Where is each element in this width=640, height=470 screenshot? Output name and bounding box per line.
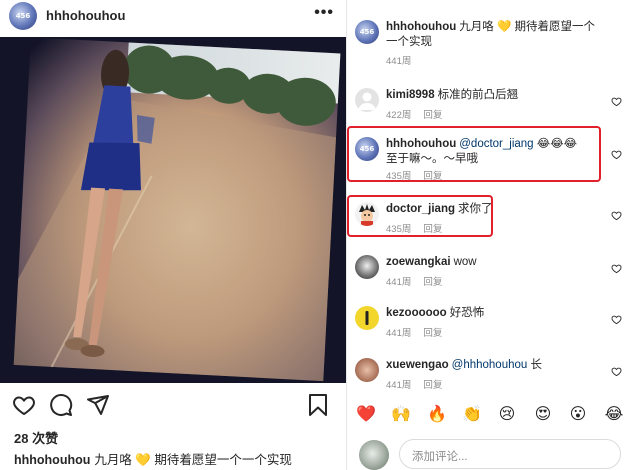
comment-like-heart-icon[interactable]: [611, 314, 622, 325]
avatar[interactable]: [355, 202, 379, 226]
comment-mention[interactable]: @hhhohouhou: [452, 359, 528, 371]
comment-body: hhhohouhou @doctor_jiang 😂😂😂 至于嘛～。～早哦: [386, 137, 591, 167]
comment-like-heart-icon[interactable]: [611, 263, 622, 274]
emoji-heart-eyes-icon[interactable]: 😍: [533, 404, 553, 424]
share-send-icon[interactable]: [86, 393, 110, 417]
post-header: 456 hhhohouhou •••: [0, 0, 346, 32]
avatar[interactable]: [355, 358, 379, 382]
comment-meta: 435周 回复: [386, 221, 454, 235]
post-photo: [0, 37, 346, 383]
comment-username[interactable]: doctor_jiang: [386, 203, 455, 215]
comment-like-heart-icon[interactable]: [611, 96, 622, 107]
emoji-cry-icon[interactable]: 😢: [497, 404, 517, 424]
comment-meta: 435周 回复: [386, 168, 454, 182]
reply-link[interactable]: 回复: [423, 171, 442, 182]
avatar[interactable]: 456: [9, 2, 37, 30]
avatar[interactable]: [359, 440, 389, 470]
comment-body: kezoooooo 好恐怖: [386, 306, 606, 321]
emoji-clap-icon[interactable]: 👏: [462, 404, 482, 424]
comment-username[interactable]: zoewangkai: [386, 256, 451, 268]
comment-time: 441周: [386, 328, 412, 339]
emoji-surprised-icon[interactable]: 😮: [568, 404, 588, 424]
comment-body: hhhohouhou 九月咯 💛 期待着愿望一个一个实现: [386, 20, 606, 50]
post-username[interactable]: hhhohouhou: [46, 8, 125, 23]
emoji-laugh-icon[interactable]: 😂: [604, 404, 624, 424]
avatar[interactable]: 456: [355, 20, 379, 44]
avatar-tag: 456: [15, 11, 31, 20]
comment-text: 好恐怖: [449, 307, 485, 319]
caption-username[interactable]: hhhohouhou: [14, 453, 90, 467]
comment-bubble-icon[interactable]: [49, 393, 73, 417]
comment-username[interactable]: hhhohouhou: [386, 21, 456, 33]
avatar[interactable]: [355, 255, 379, 279]
comment-item: kimi8998 标准的前凸后翘 422周 回复: [347, 88, 640, 122]
comment-time: 422周: [386, 110, 412, 121]
emoji-fire-icon[interactable]: 🔥: [427, 404, 447, 424]
avatar[interactable]: [355, 88, 379, 112]
comment-meta: 441周 回复: [386, 377, 454, 391]
comment-body: kimi8998 标准的前凸后翘: [386, 88, 606, 103]
comment-username[interactable]: hhhohouhou: [386, 138, 456, 150]
comment-time: 435周: [386, 224, 412, 235]
post-pane: 456 hhhohouhou ••• 28 次赞 hhhohouhou 九月咯 …: [0, 0, 346, 470]
comment-item: xuewengao @hhhohouhou 长 441周 回复: [347, 358, 640, 392]
more-options-icon[interactable]: •••: [314, 4, 334, 22]
comment-username[interactable]: kezoooooo: [386, 307, 447, 319]
comment-item: doctor_jiang 求你了 435周 回复: [347, 202, 640, 236]
reply-link[interactable]: 回复: [423, 328, 442, 339]
comment-time: 441周: [386, 56, 412, 67]
default-avatar-icon: [358, 92, 376, 110]
comment-time: 441周: [386, 277, 412, 288]
comment-text: 长: [530, 359, 542, 371]
comment-text: 标准的前凸后翘: [437, 89, 519, 101]
bookmark-icon[interactable]: [306, 393, 330, 417]
comment-body: zoewangkai wow: [386, 255, 606, 270]
emoji-bar: ❤️ 🙌 🔥 👏 😢 😍 😮 😂: [347, 404, 640, 428]
comment-item: zoewangkai wow 441周 回复: [347, 255, 640, 289]
post-photo-image: [0, 37, 346, 383]
comment-mention[interactable]: @doctor_jiang: [459, 138, 533, 150]
comment-username[interactable]: kimi8998: [386, 89, 435, 101]
comment-item: 456 hhhohouhou 九月咯 💛 期待着愿望一个一个实现 441周: [347, 20, 640, 67]
reply-link[interactable]: 回复: [423, 277, 442, 288]
comment-body: xuewengao @hhhohouhou 长: [386, 358, 606, 373]
add-comment-row: 添加评论...: [347, 437, 640, 470]
reply-link[interactable]: 回复: [423, 380, 442, 391]
post-caption: hhhohouhou 九月咯 💛 期待着愿望一个一个实现: [14, 449, 292, 468]
comment-meta: 441周 回复: [386, 274, 454, 288]
comment-like-heart-icon[interactable]: [611, 366, 622, 377]
comments-pane: 456 hhhohouhou 九月咯 💛 期待着愿望一个一个实现 441周 kim…: [347, 0, 640, 470]
likes-count[interactable]: 28 次赞: [14, 428, 58, 447]
bottle-avatar-icon: [365, 311, 369, 325]
cartoon-avatar-icon: [359, 204, 375, 226]
comment-time: 435周: [386, 171, 412, 182]
comment-like-heart-icon[interactable]: [611, 149, 622, 160]
comment-item: 456 hhhohouhou @doctor_jiang 😂😂😂 至于嘛～。～早哦…: [347, 137, 640, 182]
comment-time: 441周: [386, 380, 412, 391]
comment-username[interactable]: xuewengao: [386, 359, 449, 371]
comment-meta: 422周 回复: [386, 107, 454, 121]
comment-text: 求你了: [458, 203, 493, 215]
reply-link[interactable]: 回复: [423, 224, 442, 235]
avatar-tag: 456: [359, 28, 375, 37]
avatar-tag: 456: [359, 145, 375, 154]
reply-link[interactable]: 回复: [423, 110, 442, 121]
avatar[interactable]: 456: [355, 137, 379, 161]
caption-text: 九月咯 💛 期待着愿望一个一个实现: [94, 453, 292, 467]
post-actions: [0, 393, 346, 419]
emoji-heart-icon[interactable]: ❤️: [356, 404, 376, 424]
add-comment-input[interactable]: 添加评论...: [399, 439, 621, 469]
comment-meta: 441周 回复: [386, 325, 454, 339]
comment-like-heart-icon[interactable]: [611, 210, 622, 221]
comment-meta: 441周: [386, 53, 423, 67]
like-heart-icon[interactable]: [12, 393, 36, 417]
avatar[interactable]: [355, 306, 379, 330]
comment-item: kezoooooo 好恐怖 441周 回复: [347, 306, 640, 340]
emoji-raised-hands-icon[interactable]: 🙌: [391, 404, 411, 424]
comment-body: doctor_jiang 求你了: [386, 202, 606, 217]
comment-text: wow: [453, 256, 477, 268]
